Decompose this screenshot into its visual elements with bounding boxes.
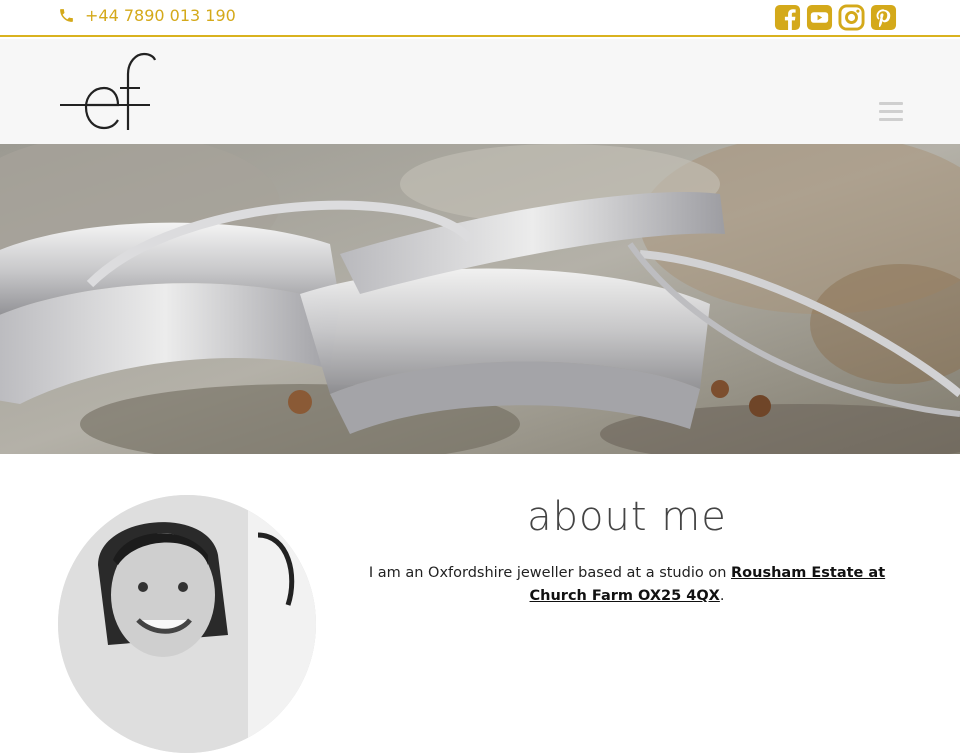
silver-bangles-photo [0,144,960,454]
portrait-photo [58,495,316,753]
facebook-icon [774,4,801,31]
pinterest-icon [870,4,897,31]
portrait-image [58,495,316,753]
about-text-prefix: I am an Oxfordshire jeweller based at a … [368,565,732,581]
about-text-suffix: . [719,588,725,604]
instagram-link[interactable] [838,4,865,31]
about-title: about me [527,494,727,540]
youtube-icon [806,4,833,31]
youtube-link[interactable] [806,4,833,31]
phone-number: +44 7890 013 190 [85,5,236,25]
hamburger-menu-icon[interactable] [879,102,903,124]
ef-logo-icon [60,52,157,130]
instagram-icon [838,4,865,31]
facebook-link[interactable] [774,4,801,31]
about-section: about me I am an Oxfordshire jeweller ba… [0,454,960,753]
pinterest-link[interactable] [870,4,897,31]
about-text: I am an Oxfordshire jeweller based at a … [368,562,886,608]
site-logo[interactable] [58,52,158,132]
social-links [774,4,897,31]
top-bar: +44 7890 013 190 [0,0,960,37]
navbar [0,39,960,144]
phone-icon [60,8,73,22]
hero-image [0,144,960,454]
phone-link[interactable]: +44 7890 013 190 [58,4,236,26]
